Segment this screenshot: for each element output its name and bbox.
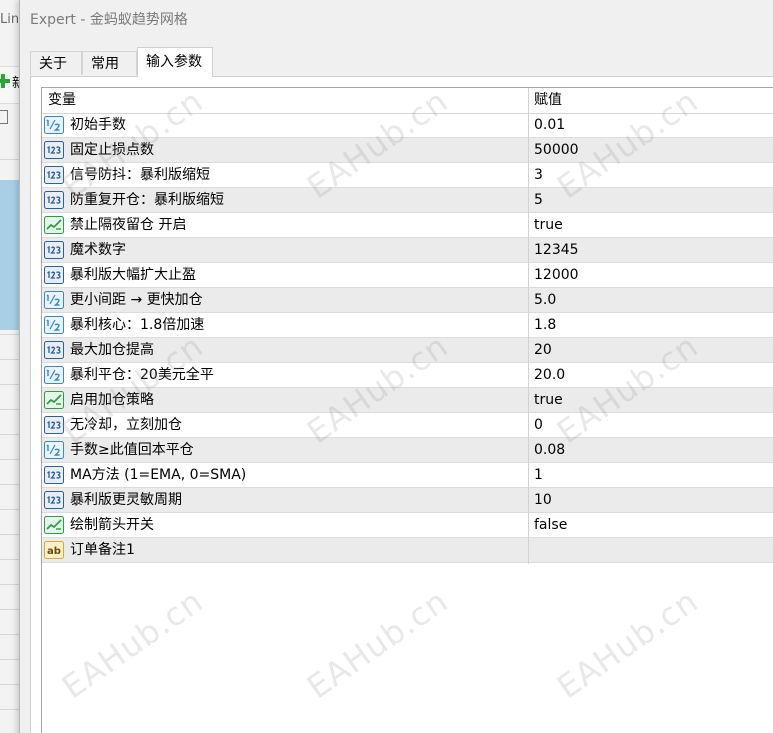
tab-common-label: 常用 (91, 56, 119, 72)
table-row[interactable]: ab 订单备注1 (42, 538, 773, 563)
table-row[interactable]: 最大加仓提高 20 (42, 338, 773, 363)
parameter-name: 暴利版大幅扩大止盈 (70, 267, 196, 283)
parameter-value[interactable]: 0.01 (534, 113, 565, 137)
integer-icon (44, 241, 64, 259)
tab-common[interactable]: 常用 (82, 51, 137, 75)
parameter-name: 暴利版更灵敏周期 (70, 492, 182, 508)
parameter-name: 禁止隔夜留仓 开启 (70, 217, 187, 233)
string-icon: ab (44, 541, 64, 559)
table-row[interactable]: 初始手数 0.01 (42, 113, 773, 138)
integer-icon (44, 466, 64, 484)
double-icon (44, 116, 64, 134)
column-header-variable[interactable]: 变量 (48, 88, 76, 113)
parameter-name: 最大加仓提高 (70, 342, 154, 358)
square-icon[interactable] (0, 110, 8, 124)
parameter-value[interactable]: 20.0 (534, 363, 565, 387)
tab-panel-inputs: 变量 赋值 初始手数 0.01 固定止损点数 50000 信号防抖：暴利版缩短 3 防重复开… (30, 76, 773, 733)
tab-about-label: 关于 (39, 56, 67, 72)
parameter-name: 绘制箭头开关 (70, 517, 154, 533)
column-header-value[interactable]: 赋值 (534, 88, 562, 113)
integer-icon (44, 491, 64, 509)
table-row[interactable]: 手数≥此值回本平仓 0.08 (42, 438, 773, 463)
boolean-icon (44, 216, 64, 234)
double-icon (44, 316, 64, 334)
parameter-value[interactable]: 50000 (534, 138, 579, 162)
tab-inputs-label: 输入参数 (146, 54, 202, 70)
parameter-name: 信号防抖：暴利版缩短 (70, 167, 210, 183)
parameter-value[interactable]: 12345 (534, 238, 579, 262)
parameter-name: 魔术数字 (70, 242, 126, 258)
parameter-value[interactable]: 20 (534, 338, 552, 362)
double-icon (44, 291, 64, 309)
table-row[interactable]: 绘制箭头开关 false (42, 513, 773, 538)
integer-icon (44, 416, 64, 434)
parameter-value[interactable]: 10 (534, 488, 552, 512)
parameter-name: 手数≥此值回本平仓 (70, 442, 194, 458)
table-row[interactable]: 暴利版大幅扩大止盈 12000 (42, 263, 773, 288)
background-window-title: Lin (0, 12, 20, 27)
table-row[interactable]: 暴利版更灵敏周期 10 (42, 488, 773, 513)
parameter-value[interactable]: 0 (534, 413, 543, 437)
parameter-value[interactable]: 5 (534, 188, 543, 212)
svg-text:ab: ab (47, 546, 61, 557)
parameter-value[interactable]: true (534, 213, 563, 237)
parameter-name: 暴利核心：1.8倍加速 (70, 317, 205, 333)
screen: Lin 新 Expert - 金蚂蚁趋势网格 关于 常用 输入参数 变量 赋值 (0, 0, 773, 733)
integer-icon (44, 141, 64, 159)
parameter-name: 初始手数 (70, 117, 126, 133)
double-icon (44, 366, 64, 384)
integer-icon (44, 191, 64, 209)
integer-icon (44, 166, 64, 184)
table-row[interactable]: 固定止损点数 50000 (42, 138, 773, 163)
parameter-value[interactable]: true (534, 388, 563, 412)
table-row[interactable]: 暴利平仓：20美元全平 20.0 (42, 363, 773, 388)
double-icon (44, 441, 64, 459)
table-row[interactable]: MA方法 (1=EMA, 0=SMA) 1 (42, 463, 773, 488)
dialog-title: Expert - 金蚂蚁趋势网格 (30, 12, 188, 28)
plus-icon[interactable] (0, 74, 10, 88)
table-row[interactable]: 无冷却，立刻加仓 0 (42, 413, 773, 438)
parameter-value[interactable]: 1.8 (534, 313, 556, 337)
tab-inputs[interactable]: 输入参数 (137, 47, 213, 77)
grid-header: 变量 赋值 (42, 88, 773, 114)
integer-icon (44, 266, 64, 284)
table-row[interactable]: 防重复开仓：暴利版缩短 5 (42, 188, 773, 213)
parameter-name: 更小间距 → 更快加仓 (70, 292, 203, 308)
parameter-name: 订单备注1 (70, 542, 135, 558)
table-row[interactable]: 信号防抖：暴利版缩短 3 (42, 163, 773, 188)
parameter-name: 固定止损点数 (70, 142, 154, 158)
parameter-value[interactable]: 0.08 (534, 438, 565, 462)
integer-icon (44, 341, 64, 359)
table-row[interactable]: 启用加仓策略 true (42, 388, 773, 413)
parameter-value[interactable]: false (534, 513, 567, 537)
parameter-value[interactable]: 1 (534, 463, 543, 487)
expert-dialog: Expert - 金蚂蚁趋势网格 关于 常用 输入参数 变量 赋值 初始手数 0.… (19, 0, 773, 733)
parameter-value[interactable]: 3 (534, 163, 543, 187)
table-row[interactable]: 魔术数字 12345 (42, 238, 773, 263)
parameter-name: 无冷却，立刻加仓 (70, 417, 182, 433)
table-row[interactable]: 更小间距 → 更快加仓 5.0 (42, 288, 773, 313)
parameter-name: 暴利平仓：20美元全平 (70, 367, 214, 383)
table-row[interactable]: 禁止隔夜留仓 开启 true (42, 213, 773, 238)
table-row[interactable]: 暴利核心：1.8倍加速 1.8 (42, 313, 773, 338)
column-divider[interactable] (528, 88, 529, 564)
parameter-name: 防重复开仓：暴利版缩短 (70, 192, 224, 208)
parameter-name: MA方法 (1=EMA, 0=SMA) (70, 467, 247, 483)
inputs-grid[interactable]: 变量 赋值 初始手数 0.01 固定止损点数 50000 信号防抖：暴利版缩短 3 防重复开… (41, 87, 773, 733)
tab-about[interactable]: 关于 (30, 51, 82, 75)
boolean-icon (44, 516, 64, 534)
parameter-value[interactable]: 12000 (534, 263, 579, 287)
parameter-value[interactable]: 5.0 (534, 288, 556, 312)
boolean-icon (44, 391, 64, 409)
parameter-name: 启用加仓策略 (70, 392, 154, 408)
